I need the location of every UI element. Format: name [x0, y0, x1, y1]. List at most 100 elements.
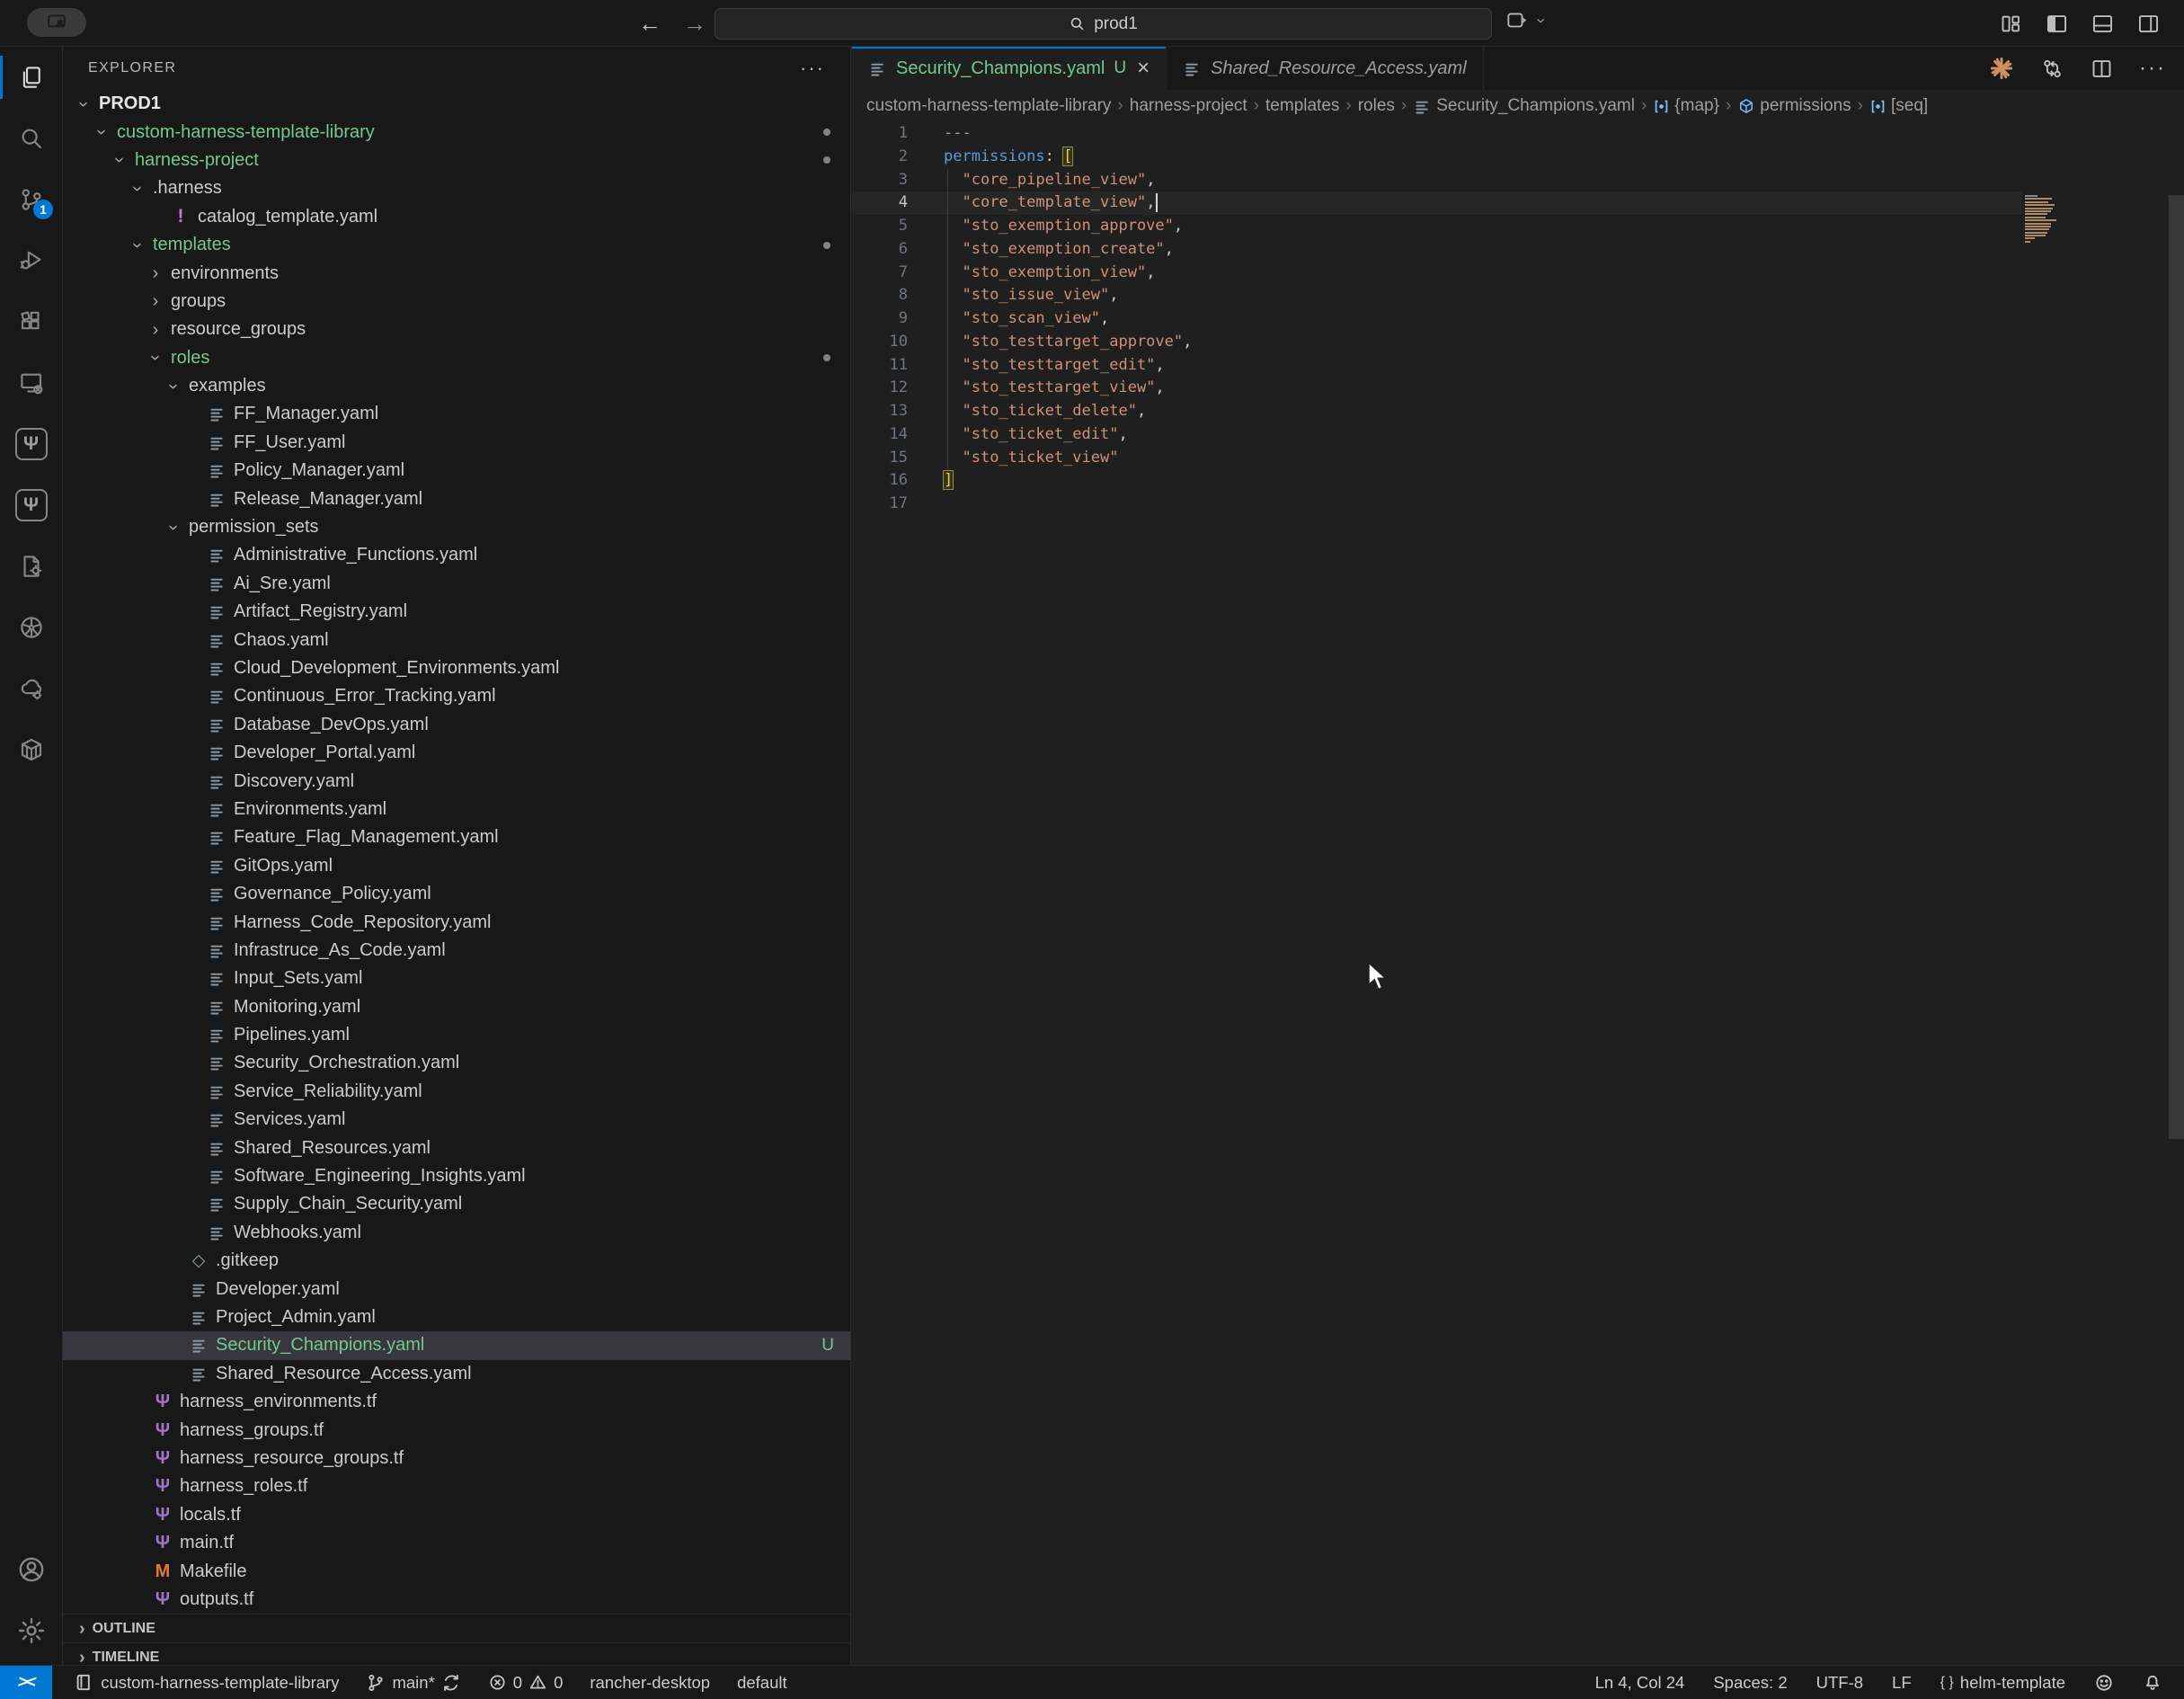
tree-item-harness[interactable]: ›.harness — [63, 174, 850, 202]
breadcrumb-item-seq[interactable]: [seq] — [1869, 96, 1928, 116]
tree-item-administrative-functions-yaml[interactable]: Administrative_Functions.yaml — [63, 541, 850, 569]
status-feedback[interactable] — [2094, 1673, 2114, 1693]
section-timeline[interactable]: ›TIMELINE — [63, 1642, 850, 1665]
tab-shared-resource-access-yaml[interactable]: Shared_Resource_Access.yaml — [1167, 47, 1484, 90]
activity-item-extensions[interactable] — [0, 291, 62, 352]
status-kube-namespace[interactable]: default — [737, 1673, 787, 1693]
tree-item-ff-user-yaml[interactable]: FF_User.yaml — [63, 429, 850, 457]
section-outline[interactable]: ›OUTLINE — [63, 1614, 850, 1642]
tree-item-webhooks-yaml[interactable]: Webhooks.yaml — [63, 1219, 850, 1247]
code-line-13[interactable]: 13 "sto_ticket_delete", — [852, 400, 2184, 423]
tree-item-harness-code-repository-yaml[interactable]: Harness_Code_Repository.yaml — [63, 908, 850, 936]
tree-item-catalog-template-yaml[interactable]: !catalog_template.yaml — [63, 203, 850, 231]
activity-item-source-control[interactable]: 1 — [0, 169, 62, 230]
code-line-15[interactable]: 15 "sto_ticket_view" — [852, 447, 2184, 470]
tree-item-harness-groups-tf[interactable]: Ψharness_groups.tf — [63, 1416, 850, 1444]
tree-item-resource-groups[interactable]: ›resource_groups — [63, 316, 850, 343]
views-more-actions-button[interactable]: ··· — [800, 57, 825, 80]
tree-item-harness-environments-tf[interactable]: Ψharness_environments.tf — [63, 1388, 850, 1416]
tree-item-security-orchestration-yaml[interactable]: Security_Orchestration.yaml — [63, 1049, 850, 1077]
tree-item-cloud-development-environments-yaml[interactable]: Cloud_Development_Environments.yaml — [63, 654, 850, 682]
breadcrumb-item-templates[interactable]: templates — [1265, 96, 1339, 116]
customize-layout-icon[interactable] — [1999, 12, 2023, 36]
toggle-panel-icon[interactable] — [2091, 12, 2115, 36]
code-line-5[interactable]: 5 "sto_exemption_approve", — [852, 215, 2184, 238]
tree-item-database-devops-yaml[interactable]: Database_DevOps.yaml — [63, 711, 850, 739]
code-line-6[interactable]: 6 "sto_exemption_create", — [852, 238, 2184, 262]
go-forward-button[interactable]: → — [683, 10, 706, 38]
tree-item-templates[interactable]: ›templates — [63, 231, 850, 259]
tree-item-supply-chain-security-yaml[interactable]: Supply_Chain_Security.yaml — [63, 1190, 850, 1218]
breadcrumb-item-map[interactable]: {map} — [1653, 96, 1719, 116]
activity-item-accounts[interactable] — [0, 1539, 62, 1600]
tree-item-main-tf[interactable]: Ψmain.tf — [63, 1529, 850, 1557]
activity-item-cloud-tools[interactable] — [0, 658, 62, 719]
breadcrumb-item-custom-harness-template-library[interactable]: custom-harness-template-library — [866, 96, 1111, 116]
code-line-11[interactable]: 11 "sto_testtarget_edit", — [852, 354, 2184, 378]
status-repo[interactable]: custom-harness-template-library — [74, 1672, 339, 1693]
tree-item-harness-roles-tf[interactable]: Ψharness_roles.tf — [63, 1472, 850, 1500]
tree-item-makefile[interactable]: MMakefile — [63, 1557, 850, 1585]
tree-item-security-champions-yaml[interactable]: Security_Champions.yamlU — [63, 1331, 850, 1359]
status-cursor-position[interactable]: Ln 4, Col 24 — [1595, 1673, 1685, 1693]
more-actions-button[interactable]: ··· — [2139, 56, 2166, 81]
code-editor[interactable]: 1---2permissions: [3 "core_pipeline_view… — [852, 122, 2184, 1665]
activity-item-settings[interactable] — [0, 1600, 62, 1661]
tree-item-developer-yaml[interactable]: Developer.yaml — [63, 1275, 850, 1303]
tree-item-service-reliability-yaml[interactable]: Service_Reliability.yaml — [63, 1078, 850, 1106]
screen-share-pill[interactable] — [27, 8, 86, 37]
code-line-10[interactable]: 10 "sto_testtarget_approve", — [852, 331, 2184, 354]
activity-item-explorer[interactable] — [0, 47, 62, 108]
code-line-12[interactable]: 12 "sto_testtarget_view", — [852, 377, 2184, 400]
tree-item-policy-manager-yaml[interactable]: Policy_Manager.yaml — [63, 457, 850, 485]
code-line-16[interactable]: 16] — [852, 469, 2184, 493]
tree-item-roles[interactable]: ›roles — [63, 344, 850, 372]
tree-item-environments[interactable]: ›environments — [63, 259, 850, 287]
code-line-1[interactable]: 1--- — [852, 122, 2184, 146]
go-back-button[interactable]: ← — [638, 10, 661, 38]
tree-item-environments-yaml[interactable]: Environments.yaml — [63, 796, 850, 823]
toggle-primary-sidebar-icon[interactable] — [2045, 12, 2069, 36]
status-notifications[interactable] — [2143, 1673, 2162, 1693]
breadcrumb-item-harness-project[interactable]: harness-project — [1130, 96, 1247, 116]
tree-item-harness-resource-groups-tf[interactable]: Ψharness_resource_groups.tf — [63, 1445, 850, 1472]
status-eol[interactable]: LF — [1892, 1673, 1912, 1693]
tree-item-release-manager-yaml[interactable]: Release_Manager.yaml — [63, 485, 850, 512]
remote-indicator[interactable]: >< — [0, 1666, 52, 1699]
code-line-9[interactable]: 9 "sto_scan_view", — [852, 307, 2184, 331]
tree-item-custom-harness-template-library[interactable]: ›custom-harness-template-library — [63, 118, 850, 146]
code-line-3[interactable]: 3 "core_pipeline_view", — [852, 169, 2184, 192]
activity-item-search[interactable] — [0, 108, 62, 169]
tree-item-outputs-tf[interactable]: Ψoutputs.tf — [63, 1586, 850, 1614]
tree-item-ff-manager-yaml[interactable]: FF_Manager.yaml — [63, 400, 850, 428]
tree-item-examples[interactable]: ›examples — [63, 372, 850, 400]
tree-item-pipelines-yaml[interactable]: Pipelines.yaml — [63, 1021, 850, 1049]
code-line-14[interactable]: 14 "sto_ticket_edit", — [852, 423, 2184, 447]
tab-security-champions-yaml[interactable]: Security_Champions.yamlU× — [852, 47, 1167, 90]
activity-item-run-and-debug[interactable] — [0, 230, 62, 291]
tree-item-harness-project[interactable]: ›harness-project — [63, 147, 850, 174]
tree-item-permission-sets[interactable]: ›permission_sets — [63, 513, 850, 541]
status-encoding[interactable]: UTF-8 — [1816, 1673, 1863, 1693]
tree-item-gitops-yaml[interactable]: GitOps.yaml — [63, 852, 850, 880]
tree-item-shared-resource-access-yaml[interactable]: Shared_Resource_Access.yaml — [63, 1360, 850, 1388]
split-editor-icon[interactable] — [2090, 57, 2114, 81]
minimap[interactable] — [2025, 195, 2061, 245]
command-center-search[interactable]: prod1 — [715, 8, 1492, 40]
status-problems[interactable]: 00 — [488, 1673, 564, 1693]
code-line-2[interactable]: 2permissions: [ — [852, 146, 2184, 169]
tree-item-locals-tf[interactable]: Ψlocals.tf — [63, 1501, 850, 1529]
tree-item-services-yaml[interactable]: Services.yaml — [63, 1106, 850, 1134]
tree-item-governance-policy-yaml[interactable]: Governance_Policy.yaml — [63, 880, 850, 908]
status-kube-context[interactable]: rancher-desktop — [590, 1673, 710, 1693]
status-language-mode[interactable]: { }helm-template — [1940, 1673, 2065, 1693]
tree-item-infrastruce-as-code-yaml[interactable]: Infrastruce_As_Code.yaml — [63, 937, 850, 965]
breadcrumb-item-permissions[interactable]: permissions — [1737, 96, 1851, 116]
tree-item-groups[interactable]: ›groups — [63, 288, 850, 316]
compare-changes-icon[interactable] — [2040, 57, 2064, 81]
tree-item-gitkeep[interactable]: ◇.gitkeep — [63, 1247, 850, 1275]
tree-item-project-admin-yaml[interactable]: Project_Admin.yaml — [63, 1303, 850, 1331]
window-action[interactable]: › — [1505, 9, 1553, 32]
breadcrumb-item-roles[interactable]: roles — [1358, 96, 1395, 116]
code-line-17[interactable]: 17 — [852, 493, 2184, 516]
